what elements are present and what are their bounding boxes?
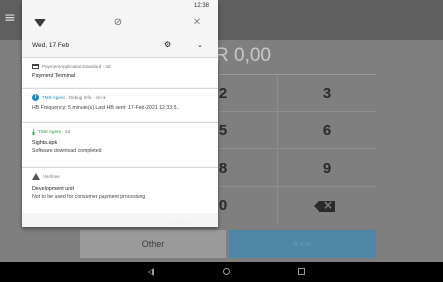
notification-header: PaymentApplicationStandard · 3d (32, 63, 110, 71)
chevron-down-icon[interactable]: ▾ (103, 95, 105, 100)
notification-channel: Debug Info (69, 95, 91, 100)
clear-all-button[interactable]: CLEAR ALL (165, 220, 196, 228)
key-9[interactable]: 9 (278, 150, 376, 187)
quick-settings: ⊘ ✕ (22, 13, 218, 33)
bluetooth-off-icon[interactable]: ✕ (191, 17, 203, 29)
warning-icon (32, 173, 40, 180)
wifi-icon[interactable] (34, 19, 46, 27)
notification-time: 2d (65, 129, 70, 134)
notification-app: TMS Agent (38, 129, 61, 134)
notification-title: Sights.apk (32, 139, 57, 147)
backspace-icon (319, 201, 335, 212)
notification-text: Software download completed (32, 147, 102, 155)
notification-app: TMS Agent (42, 95, 65, 100)
notification-time: 3d (105, 64, 110, 69)
notification-title: Development unit (32, 185, 74, 193)
notification-payment[interactable]: PaymentApplicationStandard · 3d Payment … (22, 57, 218, 87)
notification-verifone[interactable]: Verifone Development unit Not to be used… (22, 167, 218, 213)
key-6[interactable]: 6 (278, 112, 376, 149)
status-bar: 12:38 (22, 0, 218, 11)
notification-time: 4m (95, 95, 101, 100)
chevron-down-icon[interactable]: ⌄ (197, 40, 203, 50)
key-3[interactable]: 3 (278, 75, 376, 112)
do-not-disturb-icon[interactable]: ⊘ (112, 17, 124, 29)
shade-header: Wed, 17 Feb ⚙ ⌄ (22, 36, 218, 56)
notification-shade: 12:38 ⊘ ✕ Wed, 17 Feb ⚙ ⌄ PaymentApplica… (22, 0, 218, 227)
clock: 12:38 (194, 2, 209, 10)
home-icon[interactable] (223, 268, 230, 275)
info-icon: i (32, 94, 39, 101)
pay-button-amount: R 0,00 (229, 241, 376, 249)
notification-text: Not to be used for consumer payment proc… (32, 193, 145, 201)
notification-header: ⤓TMS Agent · 2d (32, 128, 70, 136)
menu-icon[interactable]: ≡ (4, 12, 18, 24)
notification-header: Verifone (32, 173, 60, 181)
other-button[interactable]: Other (80, 230, 226, 258)
notification-app: Verifone (43, 174, 60, 179)
download-icon: ⤓ (32, 128, 35, 136)
recents-icon[interactable] (298, 268, 305, 275)
card-icon (32, 64, 39, 69)
pay-button[interactable]: R 0,00 (229, 230, 376, 258)
notification-header: iTMS Agent · Debug Info · 4m ▾ (32, 94, 105, 102)
backspace-key[interactable] (278, 187, 376, 224)
notification-text: HB Frequency: 5 minute(s) Last HB sent: … (32, 104, 179, 112)
amount-display: R 0,00 (215, 42, 335, 70)
navigation-bar (0, 262, 443, 282)
back-icon[interactable] (148, 268, 154, 276)
date: Wed, 17 Feb (32, 41, 69, 51)
notification-title: Payment Terminal (32, 72, 75, 80)
screen: ≡ R 0,00 2 3 5 6 8 9 0 Other R 0,00 12:3… (0, 0, 443, 282)
notification-tms-debug[interactable]: iTMS Agent · Debug Info · 4m ▾ HB Freque… (22, 88, 218, 121)
gear-icon[interactable]: ⚙ (164, 40, 171, 50)
notification-app: PaymentApplicationStandard (42, 64, 101, 69)
notification-tms-download[interactable]: ⤓TMS Agent · 2d Sights.apk Software down… (22, 122, 218, 166)
